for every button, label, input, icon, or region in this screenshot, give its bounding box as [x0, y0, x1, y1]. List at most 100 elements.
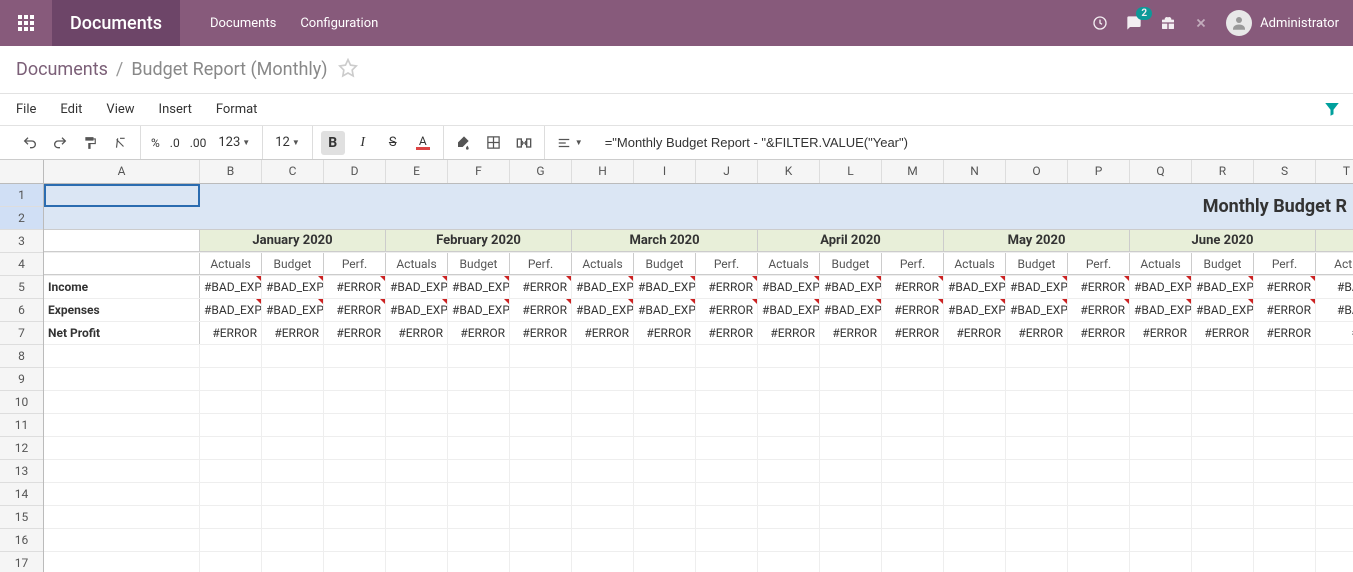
subheader: Budget: [634, 253, 696, 275]
cell-error: #ERROR: [1254, 299, 1316, 321]
empty-row: [44, 414, 1353, 437]
clear-format-button[interactable]: [108, 131, 132, 155]
increase-decimal-button[interactable]: .00: [188, 136, 209, 150]
cell-error: #BAD_EXPR: [572, 299, 634, 321]
row-header-1[interactable]: 1: [0, 184, 43, 207]
close-tray-icon[interactable]: [1194, 16, 1208, 30]
col-header-C[interactable]: C: [262, 160, 324, 183]
row-header-14[interactable]: 14: [0, 483, 43, 506]
col-header-D[interactable]: D: [324, 160, 386, 183]
activity-icon[interactable]: [1092, 15, 1108, 31]
app-brand[interactable]: Documents: [52, 0, 180, 46]
paint-format-button[interactable]: [78, 131, 102, 155]
row-header-16[interactable]: 16: [0, 529, 43, 552]
undo-button[interactable]: [18, 131, 42, 155]
month-header: January 2020: [200, 230, 386, 252]
col-header-P[interactable]: P: [1068, 160, 1130, 183]
col-header-I[interactable]: I: [634, 160, 696, 183]
cells-area[interactable]: Monthly Budget R January 2020February 20…: [44, 184, 1353, 572]
cell-error: #ERROR: [882, 276, 944, 298]
col-header-B[interactable]: B: [200, 160, 262, 183]
cell-error: #BAD_EXPR: [386, 299, 448, 321]
col-header-G[interactable]: G: [510, 160, 572, 183]
merge-cells-button[interactable]: [512, 131, 536, 155]
italic-button[interactable]: I: [351, 131, 375, 155]
subheader: Budget: [820, 253, 882, 275]
cell-error: #ERROR: [1006, 322, 1068, 344]
subheader: Budget: [1006, 253, 1068, 275]
cell-error: #BAD_EXPR: [448, 276, 510, 298]
apps-menu-button[interactable]: [0, 0, 52, 46]
col-header-S[interactable]: S: [1254, 160, 1316, 183]
filter-icon[interactable]: [1323, 100, 1341, 122]
menu-format[interactable]: Format: [216, 102, 258, 117]
row-header-10[interactable]: 10: [0, 391, 43, 414]
col-header-E[interactable]: E: [386, 160, 448, 183]
percent-format-button[interactable]: %: [149, 136, 162, 150]
row-header-12[interactable]: 12: [0, 437, 43, 460]
col-header-T[interactable]: T: [1316, 160, 1353, 183]
decrease-decimal-button[interactable]: .0: [168, 136, 182, 150]
cell-error: #ERROR: [634, 322, 696, 344]
col-header-A[interactable]: A: [44, 160, 200, 183]
horizontal-align-button[interactable]: ▼: [553, 136, 587, 150]
menu-view[interactable]: View: [106, 102, 134, 117]
month-header: March 2020: [572, 230, 758, 252]
spreadsheet: ABCDEFGHIJKLMNOPQRSTU 123456789101112131…: [0, 160, 1353, 572]
formula-bar[interactable]: [595, 126, 1343, 159]
select-all-corner[interactable]: [0, 160, 44, 183]
col-header-H[interactable]: H: [572, 160, 634, 183]
messages-icon[interactable]: 2: [1126, 15, 1142, 31]
row-header-8[interactable]: 8: [0, 345, 43, 368]
row-header-17[interactable]: 17: [0, 552, 43, 572]
cell-error: #ERROR: [882, 299, 944, 321]
cell-error: #BAD_EXPR: [1130, 299, 1192, 321]
gift-icon[interactable]: [1160, 15, 1176, 31]
col-header-L[interactable]: L: [820, 160, 882, 183]
navbar-left: Documents Documents Configuration: [0, 0, 378, 46]
col-header-K[interactable]: K: [758, 160, 820, 183]
month-header: February 2020: [386, 230, 572, 252]
col-header-J[interactable]: J: [696, 160, 758, 183]
strikethrough-button[interactable]: S: [381, 131, 405, 155]
cell-error: #ERROR: [1130, 322, 1192, 344]
row-header-7[interactable]: 7: [0, 322, 43, 345]
row-header-6[interactable]: 6: [0, 299, 43, 322]
redo-button[interactable]: [48, 131, 72, 155]
font-size-select[interactable]: 12▼: [271, 135, 304, 150]
menu-insert[interactable]: Insert: [159, 102, 192, 117]
col-header-F[interactable]: F: [448, 160, 510, 183]
cell-error: #BAD_EXPR: [262, 299, 324, 321]
fill-color-button[interactable]: [452, 131, 476, 155]
row-header-11[interactable]: 11: [0, 414, 43, 437]
menu-edit[interactable]: Edit: [60, 102, 82, 117]
borders-button[interactable]: [482, 131, 506, 155]
col-header-N[interactable]: N: [944, 160, 1006, 183]
col-header-R[interactable]: R: [1192, 160, 1254, 183]
text-color-button[interactable]: A: [411, 131, 435, 155]
col-header-M[interactable]: M: [882, 160, 944, 183]
row-header-13[interactable]: 13: [0, 460, 43, 483]
user-menu[interactable]: Administrator: [1226, 10, 1339, 36]
bold-button[interactable]: B: [321, 131, 345, 155]
nav-link-configuration[interactable]: Configuration: [300, 16, 378, 31]
row-header-4[interactable]: 4: [0, 253, 43, 276]
row-header-15[interactable]: 15: [0, 506, 43, 529]
menu-file[interactable]: File: [16, 102, 36, 117]
number-format-select[interactable]: 123▼: [214, 135, 254, 150]
cell-error: #ERROR: [1254, 322, 1316, 344]
row-header-3[interactable]: 3: [0, 230, 43, 253]
row-header-9[interactable]: 9: [0, 368, 43, 391]
row-header-2[interactable]: 2: [0, 207, 43, 230]
row-header-5[interactable]: 5: [0, 276, 43, 299]
cell-error: #ERROR: [386, 322, 448, 344]
col-header-Q[interactable]: Q: [1130, 160, 1192, 183]
breadcrumb-root[interactable]: Documents: [16, 59, 108, 80]
nav-link-documents[interactable]: Documents: [210, 16, 276, 31]
month-header-row: January 2020February 2020March 2020April…: [44, 230, 1353, 253]
col-header-O[interactable]: O: [1006, 160, 1068, 183]
favorite-star-icon[interactable]: [338, 58, 358, 82]
cell-error: #ERROR: [1192, 322, 1254, 344]
cell-error: #ERROR: [1254, 276, 1316, 298]
cell-error: #ERROR: [448, 322, 510, 344]
